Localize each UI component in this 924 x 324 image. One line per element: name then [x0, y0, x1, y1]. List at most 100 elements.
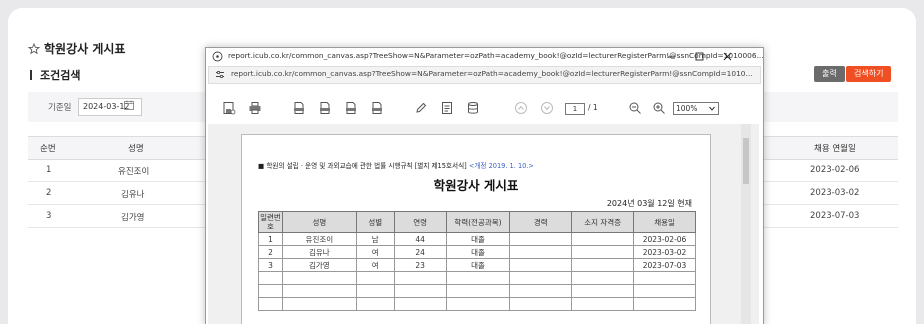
- export-doc-icon[interactable]: [370, 101, 384, 115]
- popup-titlebar: report.icub.co.kr/common_canvas.asp?Tree…: [206, 48, 764, 65]
- search-button[interactable]: 검색하기: [846, 66, 892, 82]
- minimize-icon[interactable]: [666, 51, 677, 62]
- row-date: 2023-03-02: [810, 188, 860, 198]
- cell-name: 유진조이: [281, 232, 357, 246]
- col-header-license: 소지 자격증: [571, 211, 635, 233]
- col-header-hire-date: 채용일: [633, 211, 696, 233]
- cell-education: 대졸: [445, 258, 511, 272]
- cell-license: [571, 232, 635, 246]
- address-bar[interactable]: report.icub.co.kr/common_canvas.asp?Tree…: [208, 66, 761, 84]
- empty-row: [258, 284, 696, 298]
- close-icon[interactable]: [722, 51, 733, 62]
- app-window: 학원강사 게시표 조건검색 출력 검색하기 기준일 2024-03-12 순번 …: [8, 8, 916, 324]
- table-row: 3 김가영 여 23 대졸 2023-07-03: [258, 258, 696, 272]
- cell-no: 1: [258, 232, 283, 246]
- form-icon[interactable]: [440, 101, 454, 115]
- maximize-icon[interactable]: [694, 51, 705, 62]
- row-no: 3: [46, 211, 52, 221]
- empty-row: [258, 297, 696, 311]
- table-row: 2 김유나 여 24 대졸 2023-03-02: [258, 245, 696, 259]
- chevron-down-icon: [709, 106, 715, 111]
- col-header-gender: 성별: [355, 211, 395, 233]
- cell-age: 23: [393, 258, 447, 272]
- table-row: 1 유진조이 남 44 대졸 2023-02-06: [258, 232, 696, 246]
- form-note-text: ■ 학원의 설립 · 운영 및 과외교습에 관한 법률 시행규칙 [별지 제15…: [258, 162, 467, 170]
- cell-no: 3: [258, 258, 283, 272]
- cell-no: 2: [258, 245, 283, 259]
- header-no: 순번: [40, 144, 56, 154]
- cell-gender: 여: [355, 245, 395, 259]
- cell-license: [571, 258, 635, 272]
- page-title: 학원강사 게시표: [44, 42, 126, 56]
- cell-career: [509, 232, 573, 246]
- page-total: / 1: [588, 103, 598, 112]
- cell-hire-date: 2023-02-06: [633, 232, 696, 246]
- row-date: 2023-02-06: [810, 165, 860, 175]
- cell-name: 김가영: [281, 258, 357, 272]
- report-table: 일련번호 성명 성별 연령 학력(전공과목) 경력 소지 자격증 채용일 1 유…: [258, 211, 696, 311]
- page-number-input[interactable]: 1: [565, 103, 585, 115]
- next-page-icon[interactable]: [540, 101, 554, 115]
- zoom-select[interactable]: 100%: [673, 102, 719, 115]
- cell-career: [509, 258, 573, 272]
- report-date: 2024년 03월 12일 현재: [606, 199, 692, 208]
- scrollbar-thumb[interactable]: [743, 138, 749, 184]
- zoom-value: 100%: [676, 104, 698, 113]
- cell-gender: 남: [355, 232, 395, 246]
- site-info-icon[interactable]: [212, 51, 223, 62]
- header-name: 성명: [128, 144, 144, 154]
- report-page: ■ 학원의 설립 · 운영 및 과외교습에 관한 법률 시행규칙 [별지 제15…: [241, 134, 711, 324]
- save-icon[interactable]: [222, 101, 236, 115]
- zoom-out-icon[interactable]: [628, 101, 642, 115]
- pencil-icon[interactable]: [414, 101, 428, 115]
- cell-hire-date: 2023-03-02: [633, 245, 696, 259]
- prev-page-icon[interactable]: [514, 101, 528, 115]
- form-note: ■ 학원의 설립 · 운영 및 과외교습에 관한 법률 시행규칙 [별지 제15…: [258, 160, 534, 170]
- print-button[interactable]: 출력: [814, 66, 845, 82]
- page-header: 학원강사 게시표: [28, 40, 125, 57]
- cell-gender: 여: [355, 258, 395, 272]
- cell-hire-date: 2023-07-03: [633, 258, 696, 272]
- star-icon[interactable]: [28, 42, 40, 55]
- cell-education: 대졸: [445, 232, 511, 246]
- col-header-education: 학력(전공과목): [445, 211, 511, 233]
- base-date-label: 기준일: [48, 103, 72, 113]
- report-viewer: ■ 학원의 설립 · 운영 및 과외교습에 관한 법률 시행규칙 [별지 제15…: [208, 124, 759, 324]
- export-xls-icon[interactable]: [344, 101, 358, 115]
- row-name: 유진조이: [118, 167, 150, 177]
- row-name: 김유나: [121, 190, 145, 200]
- search-section-title: 조건검색: [40, 69, 81, 82]
- col-header-name: 성명: [281, 211, 357, 233]
- cell-career: [509, 245, 573, 259]
- popup-title-url: report.icub.co.kr/common_canvas.asp?Tree…: [228, 51, 764, 60]
- cell-age: 24: [393, 245, 447, 259]
- cell-name: 김유나: [281, 245, 357, 259]
- header-hire-date: 채용 연월일: [814, 144, 856, 154]
- database-icon[interactable]: [466, 101, 480, 115]
- report-popup-window: report.icub.co.kr/common_canvas.asp?Tree…: [205, 47, 764, 324]
- col-header-no: 일련번호: [258, 211, 283, 233]
- calendar-icon[interactable]: [124, 100, 134, 110]
- cell-education: 대졸: [445, 245, 511, 259]
- export-pdf-icon[interactable]: [292, 101, 306, 115]
- cell-age: 44: [393, 232, 447, 246]
- cell-license: [571, 245, 635, 259]
- report-toolbar: 1 / 1 100%: [208, 98, 759, 120]
- row-name: 김가영: [121, 213, 145, 223]
- zoom-in-icon[interactable]: [652, 101, 666, 115]
- address-url: report.icub.co.kr/common_canvas.asp?Tree…: [231, 69, 753, 78]
- vertical-scrollbar[interactable]: [741, 124, 751, 324]
- form-revision: <개정 2019. 1. 10.>: [468, 162, 534, 170]
- tune-icon[interactable]: [215, 70, 225, 79]
- col-header-age: 연령: [393, 211, 447, 233]
- report-title: 학원강사 게시표: [433, 178, 519, 193]
- col-header-career: 경력: [509, 211, 573, 233]
- row-date: 2023-07-03: [810, 211, 860, 221]
- print-icon[interactable]: [248, 101, 262, 115]
- row-no: 1: [46, 165, 52, 175]
- search-section-header: 조건검색: [30, 67, 80, 83]
- export-hwp-icon[interactable]: [318, 101, 332, 115]
- row-no: 2: [46, 188, 52, 198]
- empty-row: [258, 271, 696, 285]
- section-bar: [30, 70, 32, 80]
